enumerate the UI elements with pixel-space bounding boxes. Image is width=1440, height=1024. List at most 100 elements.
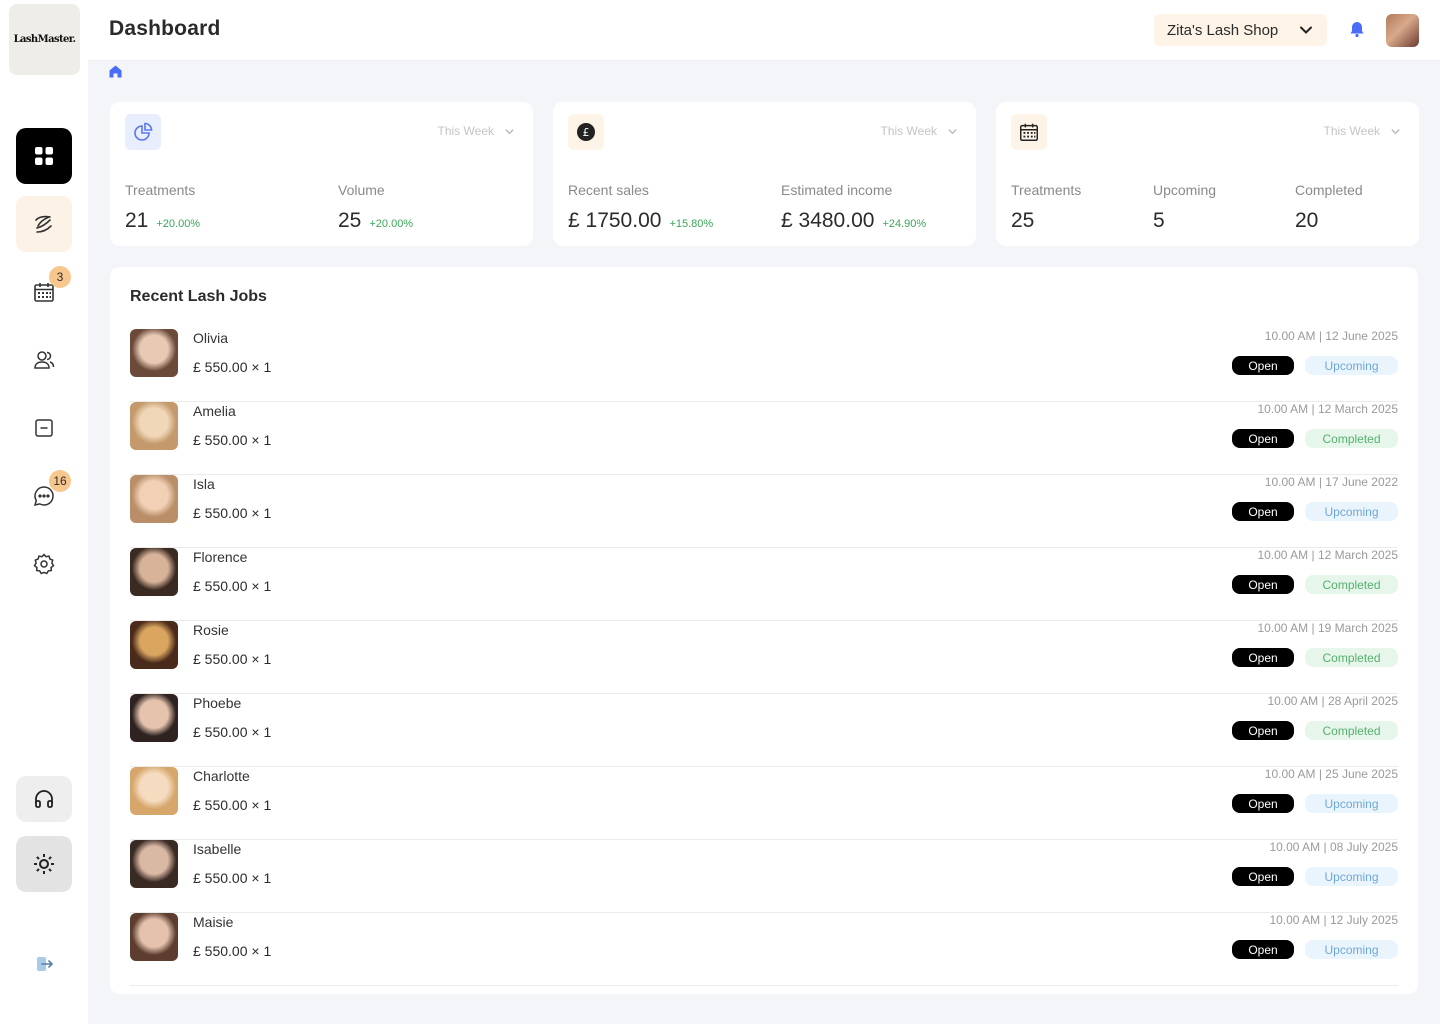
- brand-logo-text: LashMaster.: [13, 34, 76, 45]
- open-button[interactable]: Open: [1232, 502, 1294, 521]
- stats-card-treatments: This Week Treatments 21 +20.00% Volume 2…: [110, 102, 533, 246]
- card-icon-box: [1011, 114, 1047, 150]
- sidebar-item-support[interactable]: [16, 776, 72, 822]
- period-select[interactable]: This Week: [881, 124, 958, 138]
- job-datetime: 10.00 AM | 08 July 2025: [1269, 840, 1398, 854]
- sidebar-item-dashboard[interactable]: [16, 128, 72, 184]
- job-datetime: 10.00 AM | 28 April 2025: [1267, 694, 1398, 708]
- job-row[interactable]: Isabelle £ 550.00 × 1 10.00 AM | 08 July 2…: [130, 840, 1398, 913]
- job-price: £ 550.00 × 1: [193, 943, 272, 959]
- chevron-down-icon: [948, 128, 957, 134]
- job-datetime: 10.00 AM | 12 July 2025: [1269, 913, 1398, 927]
- metric-value: £ 3480.00: [781, 209, 875, 232]
- job-price: £ 550.00 × 1: [193, 797, 272, 813]
- open-button[interactable]: Open: [1232, 794, 1294, 813]
- sidebar-item-settings[interactable]: [16, 536, 72, 592]
- client-name: Isabelle: [193, 841, 242, 857]
- client-name: Maisie: [193, 914, 234, 930]
- open-button[interactable]: Open: [1232, 648, 1294, 667]
- metric-label: Completed: [1295, 182, 1363, 198]
- metric-label: Estimated income: [781, 182, 893, 198]
- period-select[interactable]: This Week: [438, 124, 515, 138]
- chevron-down-icon: [1391, 128, 1400, 134]
- svg-text:£: £: [583, 126, 590, 139]
- open-button[interactable]: Open: [1232, 429, 1294, 448]
- status-badge: Completed: [1305, 721, 1398, 740]
- job-datetime: 10.00 AM | 12 June 2025: [1264, 329, 1398, 343]
- metric-label: Volume: [338, 182, 385, 198]
- job-row[interactable]: Florence £ 550.00 × 1 10.00 AM | 12 March …: [130, 548, 1398, 621]
- calendar-badge: 3: [49, 266, 71, 288]
- metric-change: +24.90%: [882, 218, 927, 230]
- top-header: Dashboard Zita's Lash Shop: [88, 0, 1440, 61]
- client-name: Olivia: [193, 330, 229, 346]
- job-price: £ 550.00 × 1: [193, 432, 272, 448]
- recent-jobs-panel: Recent Lash Jobs Olivia £ 550.00 × 1 10.00…: [110, 267, 1418, 994]
- client-photo: [130, 913, 178, 961]
- sidebar-item-folder[interactable]: [16, 400, 72, 456]
- home-icon[interactable]: [108, 64, 123, 79]
- users-icon: [34, 351, 55, 369]
- client-name: Rosie: [193, 622, 229, 638]
- metric-treatments-count: Treatments 25: [1011, 182, 1081, 233]
- job-row[interactable]: Olivia £ 550.00 × 1 10.00 AM | 12 June 202…: [130, 329, 1398, 402]
- metric-value: 20: [1295, 209, 1319, 232]
- job-price: £ 550.00 × 1: [193, 724, 272, 740]
- user-avatar[interactable]: [1386, 14, 1419, 47]
- client-photo: [130, 329, 178, 377]
- metric-value: 25: [338, 209, 362, 232]
- client-photo: [130, 840, 178, 888]
- stats-card-sales: £ This Week Recent sales £ 1750.00 +15.8…: [553, 102, 976, 246]
- job-row[interactable]: Charlotte £ 550.00 × 1 10.00 AM | 25 June …: [130, 767, 1398, 840]
- headphones-icon: [35, 790, 53, 808]
- job-price: £ 550.00 × 1: [193, 651, 272, 667]
- client-photo: [130, 402, 178, 450]
- metric-change: +20.00%: [156, 218, 201, 230]
- job-row[interactable]: Isla £ 550.00 × 1 10.00 AM | 17 June 2022 O…: [130, 475, 1398, 548]
- period-select[interactable]: This Week: [1324, 124, 1401, 138]
- stats-card-appointments: This Week Treatments 25 Upcoming 5 Compl…: [996, 102, 1419, 246]
- pound-icon: £: [577, 123, 595, 141]
- folder-icon: [35, 419, 53, 437]
- sidebar-item-admin-settings[interactable]: [16, 836, 72, 892]
- metric-completed: Completed 20: [1295, 182, 1363, 233]
- open-button[interactable]: Open: [1232, 356, 1294, 375]
- bell-icon[interactable]: [1348, 20, 1366, 38]
- job-row[interactable]: Amelia £ 550.00 × 1 10.00 AM | 12 March 20…: [130, 402, 1398, 475]
- status-badge: Upcoming: [1305, 502, 1398, 521]
- metric-change: +15.80%: [669, 218, 714, 230]
- client-photo: [130, 548, 178, 596]
- shop-select[interactable]: Zita's Lash Shop: [1154, 14, 1327, 46]
- sidebar-item-logout[interactable]: [16, 936, 72, 992]
- open-button[interactable]: Open: [1232, 867, 1294, 886]
- period-label: This Week: [437, 124, 494, 138]
- metric-value-row: £ 1750.00 +15.80%: [568, 209, 713, 233]
- brand-logo[interactable]: LashMaster.: [9, 4, 80, 75]
- sidebar-item-clients[interactable]: [16, 332, 72, 388]
- job-datetime: 10.00 AM | 12 March 2025: [1257, 548, 1398, 562]
- metric-value-row: £ 3480.00 +24.90%: [781, 209, 926, 233]
- metric-change: +20.00%: [369, 218, 414, 230]
- client-photo: [130, 767, 178, 815]
- shop-select-value: Zita's Lash Shop: [1167, 21, 1279, 39]
- metric-value-row: 21 +20.00%: [125, 209, 200, 233]
- job-row[interactable]: Maisie £ 550.00 × 1 10.00 AM | 12 July 202…: [130, 913, 1398, 986]
- job-datetime: 10.00 AM | 12 March 2025: [1257, 402, 1398, 416]
- open-button[interactable]: Open: [1232, 575, 1294, 594]
- job-row[interactable]: Phoebe £ 550.00 × 1 10.00 AM | 28 April 20…: [130, 694, 1398, 767]
- sidebar-item-treatments[interactable]: [16, 196, 72, 252]
- job-row[interactable]: Rosie £ 550.00 × 1 10.00 AM | 19 March 202…: [130, 621, 1398, 694]
- client-photo: [130, 621, 178, 669]
- chevron-down-icon: [505, 128, 514, 134]
- chevron-down-icon: [1300, 26, 1312, 34]
- open-button[interactable]: Open: [1232, 940, 1294, 959]
- metric-recent-sales: Recent sales £ 1750.00 +15.80%: [568, 182, 713, 233]
- client-name: Florence: [193, 549, 248, 565]
- card-icon-box: [125, 114, 161, 150]
- status-badge: Completed: [1305, 429, 1398, 448]
- lash-icon: [35, 215, 52, 233]
- open-button[interactable]: Open: [1232, 721, 1294, 740]
- metric-value: 21: [125, 209, 149, 232]
- job-price: £ 550.00 × 1: [193, 870, 272, 886]
- metric-value: 5: [1153, 209, 1165, 232]
